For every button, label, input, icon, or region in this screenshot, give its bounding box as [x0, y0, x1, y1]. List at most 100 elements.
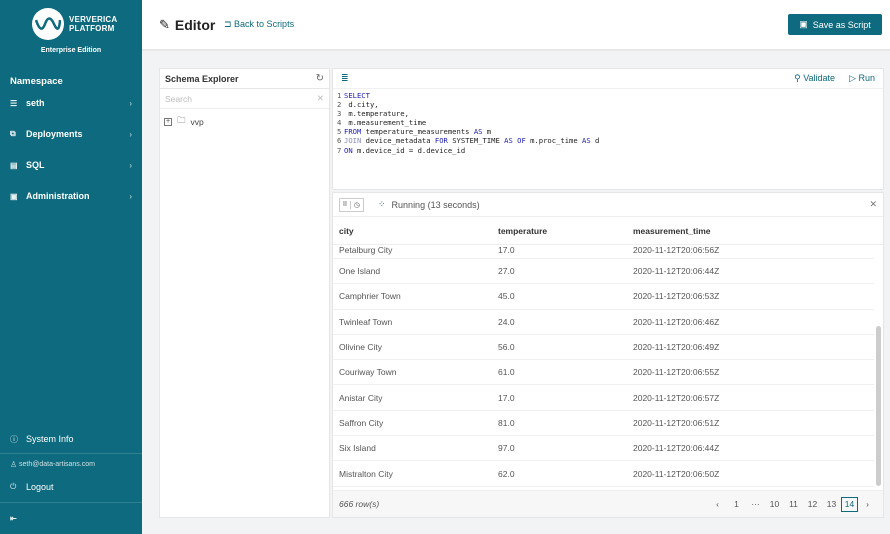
- pause-icon[interactable]: II: [340, 201, 350, 208]
- row-count: 666 row(s): [339, 499, 380, 509]
- table-cell: 45.0: [498, 291, 515, 302]
- table-row[interactable]: Anistar City 17.0 2020-11-12T20:06:57Z: [333, 385, 874, 411]
- next-page-icon[interactable]: ›: [858, 499, 877, 509]
- table-cell: 24.0: [498, 316, 515, 327]
- table-row[interactable]: Six Island 97.0 2020-11-12T20:06:44Z: [333, 436, 874, 462]
- schema-search-input[interactable]: Search ✕: [160, 89, 329, 109]
- sidebar-item-label: SQL: [26, 160, 45, 170]
- table-cell: 2020-11-12T20:06:50Z: [633, 468, 720, 479]
- run-label: Run: [858, 73, 875, 83]
- table-cell: Couriway Town: [339, 367, 397, 378]
- system-info-link[interactable]: ⓘ System Info: [10, 432, 132, 446]
- format-icon[interactable]: ≣: [341, 73, 349, 84]
- table-cell: Mistralton City: [339, 468, 393, 479]
- column-header-city[interactable]: city: [333, 226, 498, 236]
- table-row[interactable]: Twinleaf Town 24.0 2020-11-12T20:06:46Z: [333, 310, 874, 335]
- run-button[interactable]: ▷ Run: [849, 73, 875, 84]
- save-icon: ▣: [799, 19, 808, 29]
- table-cell: 2020-11-12T20:06:57Z: [633, 392, 720, 403]
- sidebar-item-label: Deployments: [26, 129, 83, 139]
- code-token: d: [590, 136, 600, 146]
- sql-editor[interactable]: ≣ ⚲ Validate ▷ Run 1 SELECT 2 d.city, 3 m.tem…: [332, 68, 884, 190]
- table-row[interactable]: Mistralton City 62.0 2020-11-12T20:06:50Z: [333, 461, 874, 487]
- page-button[interactable]: 11: [784, 499, 803, 509]
- table-row[interactable]: Camphrier Town 45.0 2020-11-12T20:06:53Z: [333, 284, 874, 310]
- page-button[interactable]: 12: [803, 499, 822, 509]
- collapse-sidebar-button[interactable]: ⇤: [10, 511, 132, 525]
- code-token: m: [482, 127, 492, 137]
- table-cell: 56.0: [498, 342, 515, 353]
- table-cell: 2020-11-12T20:06:46Z: [633, 316, 720, 327]
- page-button[interactable]: 14: [841, 496, 858, 512]
- column-header-temperature[interactable]: temperature: [498, 226, 633, 236]
- admin-icon: ▣: [10, 191, 18, 201]
- code-token: ON: [344, 145, 353, 155]
- page-button[interactable]: ···: [746, 499, 765, 509]
- sidebar-item-sql[interactable]: ▤ SQL ›: [10, 158, 132, 172]
- code-token: m.device_id = d.device_id: [352, 145, 466, 155]
- code-line: 5 FROM temperature_measurements AS m: [337, 127, 879, 136]
- schema-title: Schema Explorer: [165, 73, 239, 84]
- back-label: Back to Scripts: [234, 19, 295, 29]
- chevron-right-icon: ›: [129, 98, 132, 108]
- tree-item-label: vvp: [190, 117, 204, 127]
- sidebar: VERVERICA PLATFORM Enterprise Edition Nam…: [0, 0, 142, 534]
- table-row[interactable]: One Island 27.0 2020-11-12T20:06:44Z: [333, 259, 874, 285]
- table-cell: Saffron City: [339, 417, 384, 428]
- code-token: OF: [517, 136, 526, 146]
- schema-explorer: Schema Explorer ↻ Search ✕ + 🗀 vvp: [159, 68, 330, 518]
- brand-line2: PLATFORM: [69, 24, 115, 33]
- refresh-icon[interactable]: ↻: [316, 73, 324, 84]
- table-cell: Petalburg City: [339, 245, 393, 255]
- table-cell: 2020-11-12T20:06:44Z: [633, 266, 720, 277]
- scrollbar[interactable]: [876, 326, 881, 486]
- page-title: Editor: [174, 17, 216, 33]
- code-line: 3 m.temperature,: [337, 109, 879, 118]
- search-placeholder: Search: [165, 93, 192, 104]
- table-body: Petalburg City 17.0 2020-11-12T20:06:56Z On…: [333, 245, 874, 488]
- run-status: Running (13 seconds): [391, 199, 480, 210]
- page-button[interactable]: 13: [822, 499, 841, 509]
- table-cell: 2020-11-12T20:06:55Z: [633, 367, 720, 378]
- table-cell: 27.0: [498, 266, 515, 277]
- code-token: m.temperature,: [344, 109, 409, 119]
- clear-icon[interactable]: ✕: [317, 93, 324, 104]
- table-row[interactable]: Couriway Town 61.0 2020-11-12T20:06:55Z: [333, 360, 874, 386]
- code-line: 6 JOIN device_metadata FOR SYSTEM_TIME AS…: [337, 136, 879, 145]
- code-token: d.city,: [344, 100, 379, 110]
- table-row[interactable]: Olivine City 56.0 2020-11-12T20:06:49Z: [333, 335, 874, 361]
- sql-icon: ▤: [10, 160, 18, 170]
- sidebar-item-label: Administration: [26, 191, 90, 201]
- table-cell: 81.0: [498, 417, 515, 428]
- sidebar-item-seth[interactable]: ☰ seth ›: [10, 96, 132, 110]
- code-token: FROM: [344, 127, 362, 137]
- prev-page-icon[interactable]: ‹: [708, 499, 727, 509]
- code-token: SYSTEM_TIME: [447, 136, 505, 146]
- code-token: device_metadata: [361, 136, 435, 146]
- line-number: 5: [337, 127, 342, 137]
- column-header-measurement-time[interactable]: measurement_time: [633, 226, 883, 236]
- page-button[interactable]: 1: [727, 499, 746, 509]
- clock-icon[interactable]: ◷: [349, 200, 363, 209]
- logo[interactable]: VERVERICA PLATFORM: [32, 8, 117, 40]
- tree-item-vvp[interactable]: + 🗀 vvp: [160, 109, 329, 135]
- save-as-script-button[interactable]: ▣ Save as Script: [788, 14, 882, 35]
- code-area[interactable]: 1 SELECT 2 d.city, 3 m.temperature, 4 m.meas…: [333, 89, 883, 157]
- results-panel: II ◷ ⁘ Running (13 seconds) ✕ city temper…: [332, 192, 884, 518]
- validate-button[interactable]: ⚲ Validate: [794, 73, 835, 84]
- logout-button[interactable]: ⏻ Logout: [10, 480, 132, 494]
- table-cell: 2020-11-12T20:06:49Z: [633, 342, 720, 353]
- table-row[interactable]: Saffron City 81.0 2020-11-12T20:06:51Z: [333, 411, 874, 437]
- page-button[interactable]: 10: [765, 499, 784, 509]
- back-to-scripts-link[interactable]: ⊐ Back to Scripts: [224, 19, 294, 30]
- code-token: FOR: [434, 136, 448, 146]
- sidebar-item-administration[interactable]: ▣ Administration ›: [10, 189, 132, 203]
- table-cell: Anistar City: [339, 392, 383, 403]
- table-row[interactable]: Petalburg City 17.0 2020-11-12T20:06:56Z: [333, 245, 874, 259]
- close-icon[interactable]: ✕: [869, 199, 877, 210]
- code-token: JOIN: [344, 136, 362, 146]
- system-info-label: System Info: [26, 434, 74, 444]
- table-cell: 2020-11-12T20:06:51Z: [633, 417, 720, 428]
- sidebar-item-deployments[interactable]: ⧉ Deployments ›: [10, 127, 132, 141]
- expand-icon[interactable]: +: [164, 118, 172, 126]
